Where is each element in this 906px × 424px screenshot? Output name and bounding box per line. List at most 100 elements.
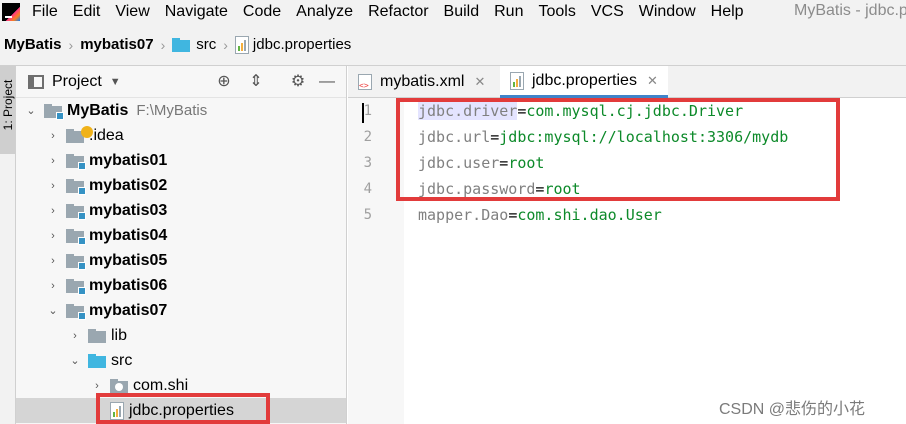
project-panel: Project ▼ ⊕ ⇕ ⚙ — ⌄ MyBatis F:\MyBatis ›…	[16, 66, 347, 424]
project-window-icon	[28, 74, 44, 89]
module-folder-icon	[44, 103, 64, 120]
chevron-right-icon[interactable]: ›	[46, 280, 60, 292]
module-folder-icon	[66, 178, 86, 195]
tree-item-mybatis07[interactable]: ⌄ mybatis07	[16, 298, 346, 323]
tree-item-label: com.shi	[133, 376, 189, 394]
menu-tools[interactable]: Tools	[538, 3, 575, 21]
equals-sign: =	[508, 206, 518, 224]
menu-navigate[interactable]: Navigate	[165, 3, 228, 21]
tree-item-mybatis06[interactable]: › mybatis06	[16, 273, 346, 298]
tab-jdbc-properties[interactable]: jdbc.properties ✕	[500, 66, 668, 98]
tree-item-src[interactable]: ⌄ src	[16, 348, 346, 373]
chevron-down-icon[interactable]: ⌄	[24, 104, 38, 117]
tree-item-mybatis03[interactable]: › mybatis03	[16, 198, 346, 223]
tree-item-label: mybatis02	[89, 176, 168, 194]
menu-window[interactable]: Window	[639, 3, 696, 21]
chevron-right-icon: ›	[68, 36, 74, 53]
chevron-right-icon[interactable]: ›	[46, 230, 60, 242]
breadcrumb-file[interactable]: jdbc.properties	[253, 36, 351, 53]
tree-item-label: lib	[111, 326, 128, 344]
menu-help[interactable]: Help	[711, 3, 744, 21]
project-panel-header: Project ▼ ⊕ ⇕ ⚙ —	[16, 66, 346, 98]
intellij-logo-icon	[2, 3, 20, 21]
text-cursor	[362, 103, 364, 123]
menu-vcs[interactable]: VCS	[591, 3, 624, 21]
chevron-right-icon[interactable]: ›	[46, 130, 60, 142]
module-folder-icon	[66, 278, 86, 295]
intention-bulb-icon[interactable]	[81, 126, 93, 138]
tree-item-mybatis[interactable]: ⌄ MyBatis F:\MyBatis	[16, 98, 346, 123]
tab-label: mybatis.xml	[380, 73, 465, 90]
properties-file-icon	[234, 35, 249, 54]
tree-item-label: mybatis01	[89, 151, 168, 169]
menu-refactor[interactable]: Refactor	[368, 3, 428, 21]
line-number: 3	[363, 155, 372, 171]
module-folder-icon	[66, 228, 86, 245]
menu-edit[interactable]: Edit	[73, 3, 101, 21]
property-value: com.shi.dao.User	[517, 206, 662, 224]
menu-analyze[interactable]: Analyze	[296, 3, 353, 21]
project-view-selector[interactable]: Project	[52, 73, 102, 91]
window-title: MyBatis - jdbc.p	[794, 2, 906, 19]
tree-item-label: mybatis03	[89, 201, 168, 219]
chevron-right-icon[interactable]: ›	[90, 380, 104, 392]
chevron-right-icon[interactable]: ›	[46, 255, 60, 267]
chevron-right-icon: ›	[223, 36, 228, 53]
project-tool-label: 1: Project	[1, 79, 15, 131]
breadcrumb-project[interactable]: MyBatis	[4, 36, 62, 53]
menu-bar: File Edit View Navigate Code Analyze Ref…	[0, 0, 906, 24]
tree-item-path: F:\MyBatis	[136, 102, 208, 119]
breadcrumb-src[interactable]: src	[196, 36, 216, 53]
tree-item-label: mybatis04	[89, 226, 168, 244]
tree-item-mybatis02[interactable]: › mybatis02	[16, 173, 346, 198]
properties-file-icon	[510, 71, 524, 90]
chevron-right-icon[interactable]: ›	[46, 155, 60, 167]
project-tool-window-button[interactable]: 1: Project	[0, 66, 15, 154]
line-number: 5	[363, 207, 372, 223]
tree-item-label: MyBatis	[67, 101, 129, 119]
chevron-down-icon[interactable]: ⌄	[68, 354, 82, 367]
menu-view[interactable]: View	[115, 3, 149, 21]
module-folder-icon	[66, 153, 86, 170]
source-folder-icon	[172, 37, 191, 52]
tab-mybatis-xml[interactable]: mybatis.xml ✕	[358, 66, 485, 98]
tab-label: jdbc.properties	[532, 71, 637, 89]
tree-item-mybatis05[interactable]: › mybatis05	[16, 248, 346, 273]
chevron-right-icon[interactable]: ›	[68, 330, 82, 342]
property-key: mapper.Dao	[418, 206, 509, 224]
chevron-down-icon[interactable]: ⌄	[46, 304, 60, 317]
caret-down-icon[interactable]: ▼	[110, 76, 121, 88]
breadcrumb: MyBatis › mybatis07 › src › jdbc.propert…	[0, 24, 906, 66]
collapse-all-icon[interactable]: ⇕	[246, 72, 266, 92]
tree-item-mybatis01[interactable]: › mybatis01	[16, 148, 346, 173]
breadcrumb-module[interactable]: mybatis07	[80, 36, 153, 53]
tree-item-mybatis04[interactable]: › mybatis04	[16, 223, 346, 248]
module-folder-icon	[66, 203, 86, 220]
watermark: CSDN @悲伤的小花	[719, 401, 866, 418]
menu-code[interactable]: Code	[243, 3, 281, 21]
tree-item-label: mybatis07	[89, 301, 168, 319]
tree-item-label: mybatis06	[89, 276, 168, 294]
tree-item-label: .idea	[89, 126, 124, 144]
line-number: 2	[363, 129, 372, 145]
tree-item-lib[interactable]: › lib	[16, 323, 346, 348]
xml-file-icon	[358, 74, 372, 90]
menu-file[interactable]: File	[32, 3, 58, 21]
menu-build[interactable]: Build	[444, 3, 480, 21]
folder-icon	[88, 328, 106, 343]
close-icon[interactable]: ✕	[474, 74, 485, 90]
tree-item-label: src	[111, 351, 133, 369]
tree-item-idea[interactable]: › .idea	[16, 123, 346, 148]
code-line[interactable]: mapper.Dao=com.shi.dao.User	[418, 202, 662, 228]
chevron-right-icon[interactable]: ›	[46, 205, 60, 217]
package-icon	[110, 378, 128, 393]
menu-run[interactable]: Run	[494, 3, 523, 21]
annotation-box-code	[396, 98, 840, 201]
source-folder-icon	[88, 353, 106, 368]
gear-icon[interactable]: ⚙	[288, 72, 308, 92]
close-icon[interactable]: ✕	[647, 73, 658, 89]
annotation-box-file	[96, 393, 270, 424]
locate-file-icon[interactable]: ⊕	[214, 72, 234, 92]
chevron-right-icon[interactable]: ›	[46, 180, 60, 192]
hide-panel-icon[interactable]: —	[317, 72, 337, 92]
